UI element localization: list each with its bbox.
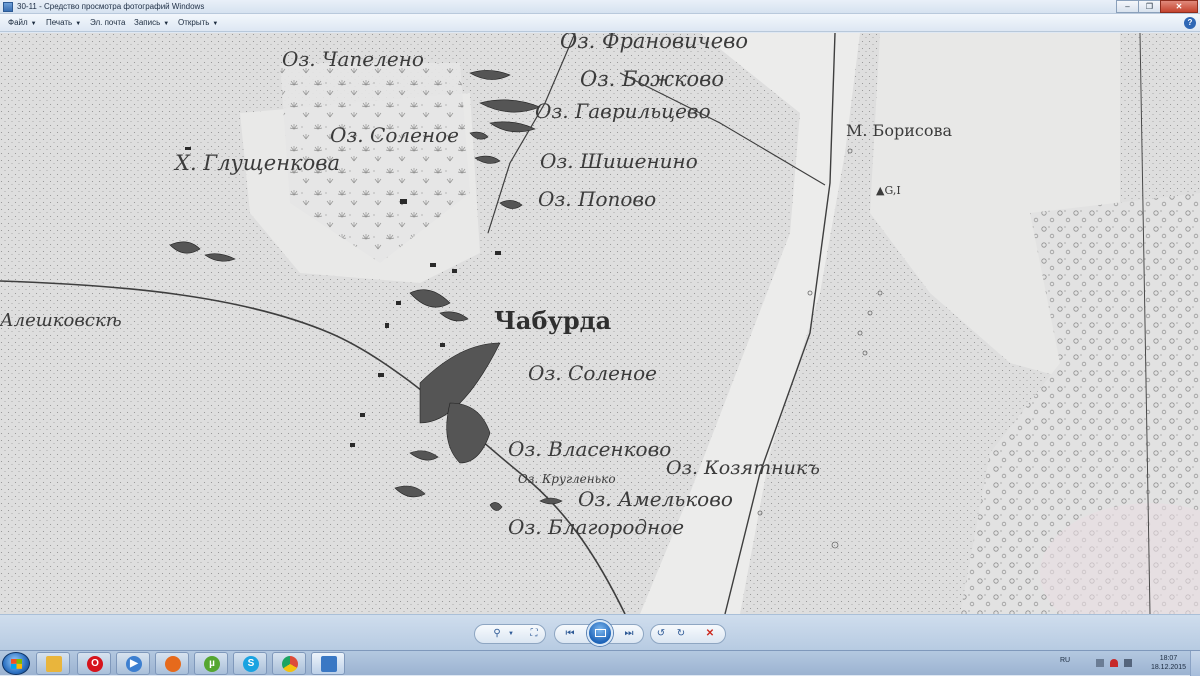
menu-print-label: Печать — [46, 18, 73, 27]
map-label-m-borisova: М. Борисова — [846, 121, 952, 140]
chrome-icon — [282, 656, 298, 672]
slideshow-button[interactable] — [587, 620, 613, 646]
taskbar: O ▶ µ S RU 18:07 18.12.2015 — [0, 650, 1200, 676]
taskbar-app-opera[interactable]: O — [77, 652, 111, 675]
map-label-chapeleno: Оз. Чапелено — [282, 47, 424, 71]
start-button[interactable] — [2, 652, 30, 675]
skype-icon: S — [243, 656, 259, 672]
close-button[interactable]: ✕ — [1160, 0, 1198, 13]
map-label-gavriltsevo: Оз. Гаврильцево — [535, 99, 711, 123]
image-viewer[interactable]: Оз. Франовичево Оз. Чапелено Оз. Божково… — [0, 33, 1200, 614]
photo-viewer-icon — [321, 656, 337, 672]
system-tray: RU 18:07 18.12.2015 — [1060, 651, 1200, 676]
delete-icon[interactable]: ✕ — [703, 627, 717, 641]
menu-open-label: Открыть — [178, 18, 210, 27]
map-label-vlasenkovo: Оз. Власенково — [508, 437, 672, 461]
viewer-controls: ⚲ ▼ ⛶ ⏮ ⏭ ↺ ↻ ✕ — [474, 620, 726, 646]
menu-bar: Файл ▼ Печать ▼ Эл. почта Запись ▼ Открыть ▼… — [0, 14, 1200, 32]
opera-icon: O — [87, 656, 103, 672]
menu-burn-label: Запись — [134, 18, 161, 27]
taskbar-app-firefox[interactable] — [155, 652, 189, 675]
taskbar-app-photo-viewer[interactable] — [311, 652, 345, 675]
menu-open[interactable]: Открыть ▼ — [178, 17, 218, 30]
rotate-clockwise-icon[interactable]: ↻ — [674, 627, 688, 641]
fit-to-window-icon[interactable]: ⛶ — [527, 627, 541, 641]
map-label-bozhkovo: Оз. Божково — [580, 67, 725, 91]
map-label-solenoe-mid: Оз. Соленое — [528, 361, 657, 385]
taskbar-app-chrome[interactable] — [272, 652, 306, 675]
taskbar-app-utorrent[interactable]: µ — [194, 652, 228, 675]
menu-burn[interactable]: Запись ▼ — [134, 17, 169, 30]
maximize-button[interactable]: ❐ — [1138, 0, 1161, 13]
map-label-franovichevo: Оз. Франовичево — [560, 33, 748, 53]
map-label-chaburda: Чабурда — [494, 306, 612, 335]
show-desktop-button[interactable] — [1190, 651, 1200, 676]
title-bar: 30-11 - Средство просмотра фотографий Wi… — [0, 0, 1200, 14]
map-label-amelkovo: Оз. Амельково — [578, 487, 733, 511]
menu-email-label: Эл. почта — [90, 18, 126, 27]
map-label-popovo: Оз. Попово — [538, 187, 657, 211]
window-title: 30-11 - Средство просмотра фотографий Wi… — [17, 2, 205, 11]
volume-icon[interactable] — [1124, 659, 1132, 667]
menu-file-label: Файл — [8, 18, 28, 27]
menu-file[interactable]: Файл ▼ — [8, 17, 37, 30]
media-player-icon: ▶ — [126, 656, 142, 672]
language-indicator[interactable]: RU — [1060, 657, 1070, 664]
taskbar-app-explorer[interactable] — [36, 652, 70, 675]
map-label-g1: ▲G,I — [876, 184, 901, 197]
folder-icon — [46, 656, 62, 672]
menu-email[interactable]: Эл. почта — [90, 17, 125, 29]
help-icon[interactable]: ? — [1184, 17, 1196, 29]
chevron-down-icon: ▼ — [30, 21, 37, 27]
next-icon[interactable]: ⏭ — [622, 627, 636, 641]
map-label-solenoe-top: Оз. Соленое — [330, 123, 459, 147]
map-label-aleshkovske: Алешковскѣ — [0, 310, 122, 331]
chevron-down-icon: ▼ — [212, 21, 219, 27]
minimize-button[interactable]: – — [1116, 0, 1139, 13]
action-center-icon[interactable] — [1110, 659, 1118, 667]
map-label-blagorodnoe: Оз. Благородное — [508, 515, 685, 539]
utorrent-icon: µ — [204, 656, 220, 672]
window-controls: – ❐ ✕ — [1116, 0, 1198, 13]
windows-logo-icon — [11, 659, 22, 669]
map-label-kozyatnik: Оз. Козятникъ — [666, 457, 820, 479]
viewer-control-bar: ⚲ ▼ ⛶ ⏮ ⏭ ↺ ↻ ✕ — [0, 614, 1200, 650]
network-icon[interactable] — [1096, 659, 1104, 667]
clock-date: 18.12.2015 — [1150, 664, 1186, 671]
map-label-shishenino: Оз. Шишенино — [540, 149, 698, 173]
menu-print[interactable]: Печать ▼ — [46, 17, 81, 30]
chevron-down-icon: ▼ — [163, 21, 170, 27]
previous-icon[interactable]: ⏮ — [563, 627, 577, 641]
chevron-down-icon: ▼ — [75, 21, 82, 27]
map-label-glushchenkova: Х. Глущенкова — [175, 151, 340, 175]
taskbar-app-skype[interactable]: S — [233, 652, 267, 675]
map-label-kruglenko: Оз. Кругленько — [518, 472, 616, 486]
firefox-icon — [165, 656, 181, 672]
rotate-counterclockwise-icon[interactable]: ↺ — [654, 627, 668, 641]
slideshow-icon — [595, 629, 606, 637]
clock-time: 18:07 — [1159, 655, 1178, 662]
clock[interactable]: 18:07 18.12.2015 — [1151, 654, 1186, 672]
chevron-down-icon[interactable]: ▼ — [504, 627, 518, 641]
photo-viewer-icon — [3, 2, 13, 12]
magnifier-icon[interactable]: ⚲ — [490, 627, 504, 641]
taskbar-app-media-player[interactable]: ▶ — [116, 652, 150, 675]
